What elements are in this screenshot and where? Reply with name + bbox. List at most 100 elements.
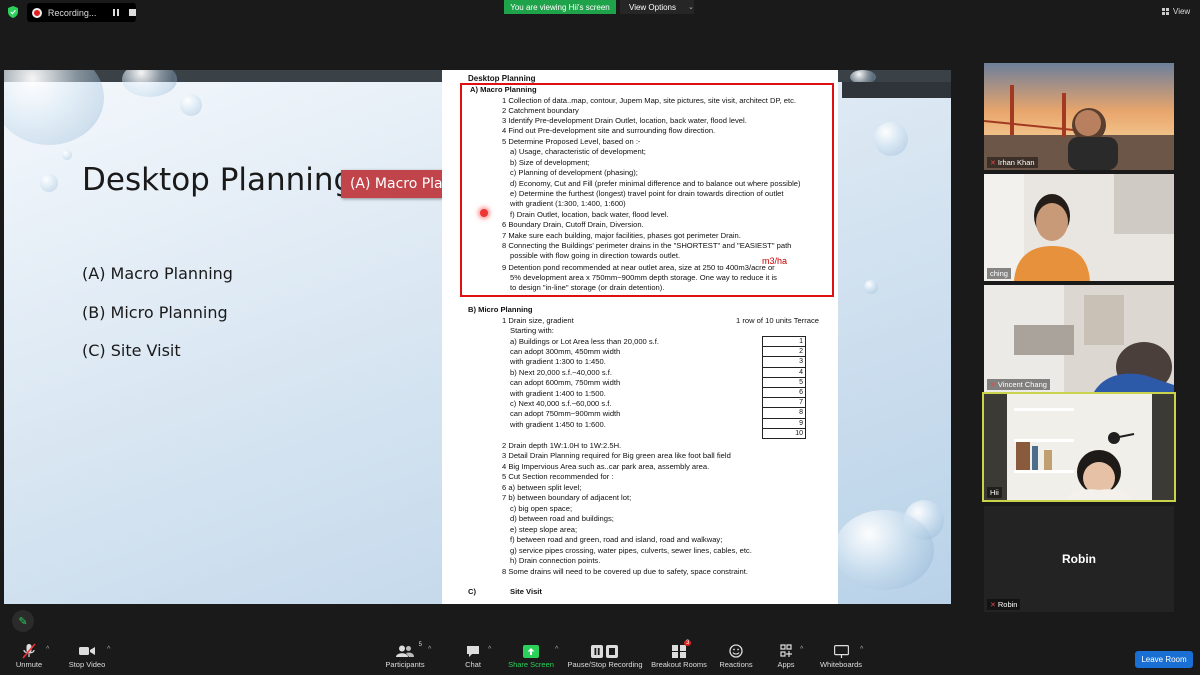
leave-room-button[interactable]: Leave Room: [1135, 651, 1193, 668]
doc-line: f) between road and green, road and isla…: [510, 535, 723, 544]
pause-stop-recording-button[interactable]: Pause/Stop Recording: [566, 642, 644, 669]
unmute-button[interactable]: Unmute: [14, 642, 44, 669]
chevron-up-icon[interactable]: ^: [555, 646, 558, 653]
video-camera-icon: [66, 642, 108, 660]
doc-site-visit-heading: Site Visit: [510, 587, 542, 596]
doc-line: 5% development area x 750mm~900mm depth …: [510, 273, 777, 282]
table-row: 3: [762, 356, 806, 368]
mic-muted-icon: [14, 642, 44, 660]
participant-display-name: Robin: [1062, 552, 1096, 566]
participants-icon: 5: [384, 642, 426, 660]
participant-tile-vincent-chang[interactable]: ✕ Vincent Chang: [984, 285, 1174, 392]
breakout-rooms-badge: 3: [684, 640, 692, 646]
participant-name: Hii: [990, 488, 999, 497]
pause-recording-icon[interactable]: [113, 9, 120, 16]
doc-line: can adopt 300mm, 450mm width: [510, 347, 621, 356]
chevron-down-icon: ⌄: [688, 4, 694, 11]
view-options-button[interactable]: View Options ⌄: [620, 0, 694, 14]
doc-line: 8 Connecting the Buildings' perimeter dr…: [502, 241, 792, 250]
chevron-up-icon[interactable]: ^: [488, 646, 491, 653]
reactions-button[interactable]: Reactions: [718, 642, 754, 669]
doc-line: e) Determine the furthest (longest) trav…: [510, 189, 784, 198]
whiteboards-button[interactable]: Whiteboards: [818, 642, 864, 669]
participants-button[interactable]: 5 Participants: [384, 642, 426, 669]
table-row: 9: [762, 417, 806, 429]
table-row: 2: [762, 346, 806, 358]
doc-line: with gradient 1:400 to 1:500.: [510, 389, 606, 398]
slide-title: Desktop Planning: [82, 162, 354, 198]
doc-line: 1 Collection of data..map, contour, Jupe…: [502, 96, 797, 105]
doc-line: 7 b) between boundary of adjacent lot;: [502, 493, 632, 502]
video-feed-ching: [984, 174, 1174, 281]
table-cell: 6: [762, 386, 806, 399]
chevron-up-icon[interactable]: ^: [860, 646, 863, 653]
grid-view-icon: [1162, 8, 1169, 15]
chevron-up-icon[interactable]: ^: [800, 646, 803, 653]
stop-video-label: Stop Video: [68, 660, 106, 669]
table-row: 8: [762, 407, 806, 419]
handwritten-annotation: m3/ha: [762, 256, 788, 266]
doc-line: Starting with:: [510, 326, 554, 335]
chevron-up-icon[interactable]: ^: [46, 646, 49, 653]
apps-label: Apps: [777, 660, 795, 669]
participant-name-label: ✕ Irhan Khan: [987, 157, 1038, 168]
breakout-rooms-button[interactable]: 3 Breakout Rooms: [650, 640, 708, 669]
doc-line: to design "in-line" storage (or drain de…: [510, 283, 665, 292]
participant-tile-robin[interactable]: Robin ✕ Robin: [984, 506, 1174, 612]
participant-tile-ching[interactable]: ching: [984, 174, 1174, 281]
water-drop-decoration: [40, 174, 58, 192]
slide-dark-strip: [842, 82, 951, 98]
table-cell: 8: [762, 407, 806, 419]
video-feed-vincent-chang: [984, 285, 1174, 392]
doc-line: 2 Catchment boundary: [502, 106, 579, 115]
share-screen-icon: [508, 642, 554, 660]
participant-tile-irhan-khan[interactable]: ✕ Irhan Khan: [984, 63, 1174, 170]
water-drop-decoration: [874, 122, 908, 156]
chevron-up-icon[interactable]: ^: [428, 646, 431, 653]
doc-line: 8 Some drains will need to be covered up…: [502, 567, 748, 576]
doc-line: d) Economy, Cut and Fill (prefer minimal…: [510, 179, 801, 188]
shield-icon[interactable]: [8, 6, 18, 18]
participant-name-label: Hii: [987, 487, 1002, 498]
top-bar: Recording... You are viewing Hii's scree…: [0, 0, 1200, 26]
view-options-label: View Options: [629, 2, 676, 12]
doc-line: c) Planning of development (phasing);: [510, 168, 638, 177]
whiteboard-icon: [818, 642, 864, 660]
apps-icon: [774, 642, 798, 660]
doc-line: 5 Cut Section recommended for :: [502, 472, 614, 481]
apps-button[interactable]: Apps: [774, 642, 798, 669]
doc-line: g) service pipes crossing, water pipes, …: [510, 546, 752, 555]
doc-line: a) Usage, characteristic of development;: [510, 147, 646, 156]
pencil-icon[interactable]: ✎: [12, 610, 34, 632]
stop-video-button[interactable]: Stop Video: [66, 642, 108, 669]
mic-muted-icon: ✕: [990, 601, 996, 609]
participants-label: Participants: [385, 660, 425, 669]
doc-line: can adopt 750mm~900mm width: [510, 409, 621, 418]
shared-screen[interactable]: Desktop Planning (A) Macro Planning (A) …: [4, 70, 951, 604]
doc-line: 4 Find out Pre-development site and surr…: [502, 126, 716, 135]
doc-line: 2 Drain depth 1W:1.0H to 1W:2.5H.: [502, 441, 622, 450]
pause-stop-recording-icon: [566, 642, 644, 660]
share-screen-button[interactable]: Share Screen: [508, 642, 554, 669]
table-cell: 7: [762, 397, 806, 409]
stop-recording-icon[interactable]: [129, 9, 136, 16]
participant-name: Vincent Chang: [997, 380, 1047, 389]
participant-name-label: ✕ Vincent Chang: [987, 379, 1050, 390]
participant-name: Robin: [997, 600, 1018, 609]
doc-line: c) big open space;: [510, 504, 573, 513]
table-row: 5: [762, 376, 806, 388]
doc-line: 6 Boundary Drain, Cutoff Drain, Diversio…: [502, 220, 644, 229]
record-dot-icon: [32, 7, 42, 18]
table-row: 10: [762, 427, 806, 439]
recording-indicator: Recording...: [27, 3, 136, 22]
doc-line: d) between road and buildings;: [510, 514, 614, 523]
table-cell: 4: [762, 366, 806, 378]
laser-pointer: [480, 209, 488, 217]
doc-line: 5 Determine Proposed Level, based on :-: [502, 137, 641, 146]
chevron-up-icon[interactable]: ^: [107, 646, 110, 653]
chat-button[interactable]: Chat: [462, 642, 484, 669]
mic-muted-icon: ✕: [990, 159, 996, 167]
view-button[interactable]: View: [1162, 7, 1190, 16]
doc-line: possible with flow going in direction to…: [510, 251, 681, 260]
participant-tile-hii[interactable]: Hii: [982, 392, 1176, 502]
